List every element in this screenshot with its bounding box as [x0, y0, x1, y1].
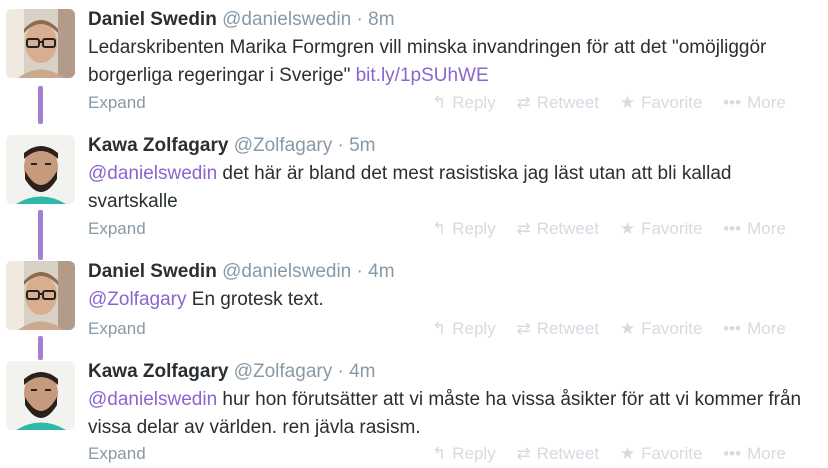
tweet-header: Daniel Swedin @danielswedin · 8m — [88, 9, 820, 31]
ellipsis-icon: ••• — [723, 219, 742, 238]
tweet-footer: Expand ↰ Reply ⇄ Retweet ★ Favorite ••• More — [88, 217, 820, 241]
mention-link[interactable]: @danielswedin — [88, 163, 217, 184]
retweet-label: Retweet — [536, 219, 600, 238]
tweet-actions: ↰ Reply ⇄ Retweet ★ Favorite ••• More — [432, 217, 786, 241]
favorite-button[interactable]: ★ Favorite — [620, 442, 703, 466]
conversation-thread: Daniel Swedin @danielswedin · 8m Ledarsk… — [0, 0, 828, 468]
favorite-button[interactable]: ★ Favorite — [620, 217, 703, 241]
username[interactable]: @Zolfagary — [234, 135, 333, 156]
fullname[interactable]: Kawa Zolfagary — [88, 135, 228, 156]
reply-label: Reply — [452, 93, 496, 112]
retweet-button[interactable]: ⇄ Retweet — [516, 217, 599, 241]
retweet-icon: ⇄ — [516, 219, 531, 238]
tweet-header: Kawa Zolfagary @Zolfagary · 5m — [88, 135, 820, 157]
retweet-button[interactable]: ⇄ Retweet — [516, 317, 599, 341]
star-icon: ★ — [619, 319, 636, 338]
reply-button[interactable]: ↰ Reply — [432, 317, 496, 341]
retweet-label: Retweet — [536, 319, 600, 338]
tweet-header: Kawa Zolfagary @Zolfagary · 4m — [88, 361, 820, 383]
tweet-text-part: En grotesk text. — [186, 289, 324, 310]
tweet-actions: ↰ Reply ⇄ Retweet ★ Favorite ••• More — [432, 317, 786, 341]
username[interactable]: @danielswedin — [222, 9, 351, 30]
star-icon: ★ — [619, 93, 636, 112]
reply-button[interactable]: ↰ Reply — [432, 217, 496, 241]
retweet-icon: ⇄ — [516, 93, 531, 112]
star-icon: ★ — [619, 219, 636, 238]
tweet-content: Daniel Swedin @danielswedin · 8m Ledarsk… — [88, 9, 820, 112]
retweet-label: Retweet — [536, 93, 600, 112]
expand-link[interactable]: Expand — [88, 91, 146, 115]
fullname[interactable]: Daniel Swedin — [88, 9, 217, 30]
favorite-label: Favorite — [641, 93, 703, 112]
reply-icon: ↰ — [432, 319, 447, 338]
retweet-button[interactable]: ⇄ Retweet — [516, 91, 599, 115]
reply-icon: ↰ — [432, 219, 447, 238]
more-label: More — [747, 444, 786, 463]
more-button[interactable]: ••• More — [723, 217, 786, 241]
tweet-footer: Expand ↰ Reply ⇄ Retweet ★ Favorite ••• More — [88, 317, 820, 341]
reply-label: Reply — [452, 319, 496, 338]
favorite-label: Favorite — [641, 319, 703, 338]
reply-icon: ↰ — [432, 93, 447, 112]
reply-button[interactable]: ↰ Reply — [432, 442, 496, 466]
tweet-text: Ledarskribenten Marika Formgren vill min… — [88, 34, 820, 90]
favorite-label: Favorite — [641, 219, 703, 238]
timestamp[interactable]: · 4m — [338, 361, 376, 382]
favorite-button[interactable]: ★ Favorite — [620, 317, 703, 341]
favorite-label: Favorite — [641, 444, 703, 463]
tweet-header: Daniel Swedin @danielswedin · 4m — [88, 261, 820, 283]
more-label: More — [747, 319, 786, 338]
tweet-footer: Expand ↰ Reply ⇄ Retweet ★ Favorite ••• More — [88, 442, 820, 466]
mention-link[interactable]: @danielswedin — [88, 389, 217, 410]
avatar[interactable] — [6, 9, 75, 78]
thread-connector — [38, 210, 43, 260]
tweet-content: Kawa Zolfagary @Zolfagary · 5m @danielsw… — [88, 135, 820, 238]
reply-label: Reply — [452, 444, 496, 463]
expand-link[interactable]: Expand — [88, 217, 146, 241]
mention-link[interactable]: @Zolfagary — [88, 289, 187, 310]
more-button[interactable]: ••• More — [723, 317, 786, 341]
expand-link[interactable]: Expand — [88, 317, 146, 341]
retweet-icon: ⇄ — [516, 444, 531, 463]
username[interactable]: @danielswedin — [222, 261, 351, 282]
avatar[interactable] — [6, 361, 75, 430]
timestamp[interactable]: · 8m — [357, 9, 395, 30]
ellipsis-icon: ••• — [723, 444, 742, 463]
tweet-text: @danielswedin hur hon förutsätter att vi… — [88, 386, 820, 442]
tweet-link[interactable]: bit.ly/1pSUhWE — [356, 65, 489, 86]
fullname[interactable]: Daniel Swedin — [88, 261, 217, 282]
tweet-content: Kawa Zolfagary @Zolfagary · 4m @danielsw… — [88, 361, 820, 463]
tweet-text: @danielswedin det här är bland det mest … — [88, 160, 820, 216]
more-button[interactable]: ••• More — [723, 91, 786, 115]
tweet-actions: ↰ Reply ⇄ Retweet ★ Favorite ••• More — [432, 91, 786, 115]
reply-button[interactable]: ↰ Reply — [432, 91, 496, 115]
avatar[interactable] — [6, 135, 75, 204]
fullname[interactable]: Kawa Zolfagary — [88, 361, 228, 382]
more-button[interactable]: ••• More — [723, 442, 786, 466]
thread-connector — [38, 86, 43, 124]
more-label: More — [747, 219, 786, 238]
ellipsis-icon: ••• — [723, 93, 742, 112]
ellipsis-icon: ••• — [723, 319, 742, 338]
star-icon: ★ — [619, 444, 636, 463]
expand-link[interactable]: Expand — [88, 442, 146, 466]
tweet-actions: ↰ Reply ⇄ Retweet ★ Favorite ••• More — [432, 442, 786, 466]
retweet-label: Retweet — [536, 444, 600, 463]
timestamp[interactable]: · 5m — [338, 135, 376, 156]
tweet-content: Daniel Swedin @danielswedin · 4m @Zolfag… — [88, 261, 820, 338]
retweet-button[interactable]: ⇄ Retweet — [516, 442, 599, 466]
timestamp[interactable]: · 4m — [357, 261, 395, 282]
thread-connector — [38, 336, 43, 360]
reply-icon: ↰ — [432, 444, 447, 463]
tweet-footer: Expand ↰ Reply ⇄ Retweet ★ Favorite ••• More — [88, 91, 820, 115]
retweet-icon: ⇄ — [516, 319, 531, 338]
more-label: More — [747, 93, 786, 112]
tweet-text: @Zolfagary En grotesk text. — [88, 286, 820, 314]
username[interactable]: @Zolfagary — [234, 361, 333, 382]
favorite-button[interactable]: ★ Favorite — [620, 91, 703, 115]
avatar[interactable] — [6, 261, 75, 330]
reply-label: Reply — [452, 219, 496, 238]
